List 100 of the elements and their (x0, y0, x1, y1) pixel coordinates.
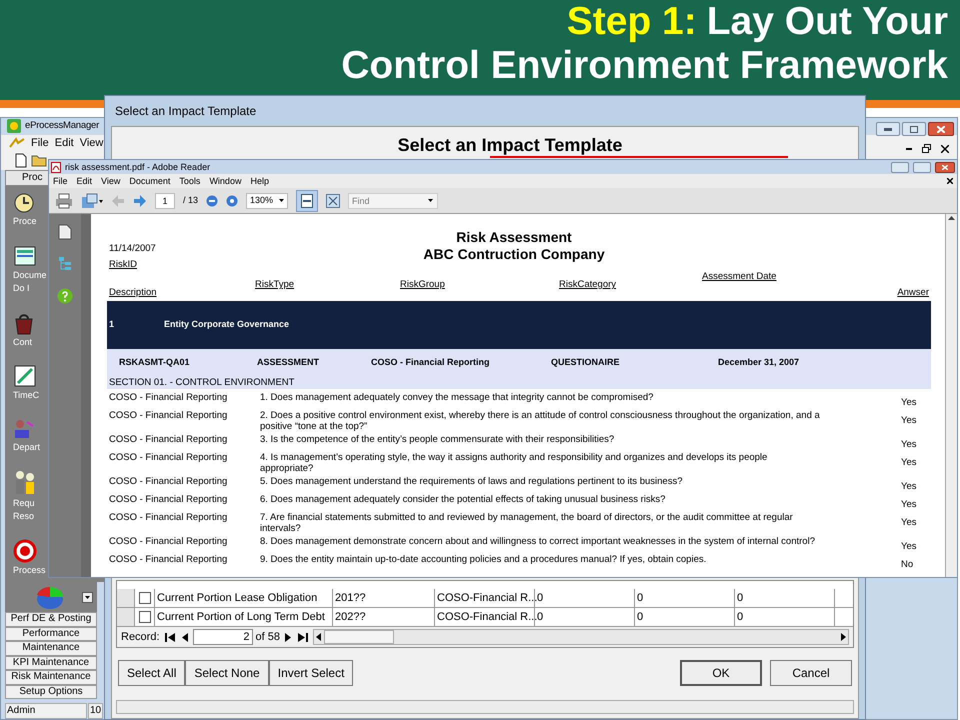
close-icon[interactable] (947, 178, 953, 184)
menu-item[interactable]: Tools (179, 175, 200, 187)
question-text: 1. Does management adequately convey the message that integrity cannot be compromised? (260, 392, 654, 403)
menu-item[interactable]: File (31, 134, 49, 152)
horizontal-scrollbar[interactable] (313, 629, 849, 645)
minimize-button[interactable] (891, 162, 909, 172)
find-field[interactable]: Find (348, 192, 438, 208)
scroll-thumb[interactable] (324, 630, 394, 644)
new-file-icon[interactable] (15, 153, 27, 168)
pages-icon[interactable] (58, 224, 72, 240)
menu-item[interactable]: Document (129, 175, 170, 187)
target-icon (13, 538, 37, 563)
checkbox[interactable] (138, 611, 150, 623)
menu-item[interactable]: Edit (76, 175, 92, 187)
module-button[interactable]: Setup Options (5, 684, 97, 699)
sidebar-item[interactable]: Requ (13, 498, 35, 510)
sidebar-item[interactable]: Process (13, 564, 46, 576)
share-icon[interactable] (81, 192, 103, 208)
module-button[interactable]: Perf DE & Posting (5, 612, 97, 626)
ok-button[interactable]: OK (680, 660, 762, 686)
status-cell: 10 (88, 703, 103, 719)
select-button[interactable]: Select None (185, 660, 269, 686)
sidebar-item[interactable]: Proce (13, 216, 37, 227)
next-record-icon[interactable] (283, 630, 293, 644)
scroll-left-icon (314, 632, 324, 642)
table-cell: Current Portion of Long Term Debt (155, 608, 333, 626)
checkbox[interactable] (138, 592, 150, 604)
caret-icon (85, 596, 90, 598)
help-icon[interactable] (57, 288, 73, 304)
previous-record-icon[interactable] (180, 630, 190, 644)
module-button[interactable]: Maintenance (5, 641, 97, 656)
table-cell: COSO-Financial R... (435, 589, 535, 607)
record-field-value: QUESTIONAIRE (551, 356, 620, 366)
document-icon (13, 244, 37, 268)
question-group: COSO - Financial Reporting (109, 452, 260, 463)
section-title: SECTION 01. - CONTROL ENVIRONMENT (109, 376, 296, 390)
page-field[interactable]: 1 (155, 192, 175, 208)
module-button[interactable]: KPI Maintenance (5, 656, 97, 670)
menu-item[interactable]: File (53, 175, 68, 187)
menu-item[interactable]: Window (209, 175, 242, 187)
first-record-icon[interactable] (162, 630, 177, 644)
window-title: eProcessManager (25, 119, 100, 134)
record-field-value: December 31, 2007 (718, 356, 800, 366)
zoom-in-icon[interactable] (226, 194, 238, 206)
minimize-button[interactable] (876, 122, 900, 136)
close-button[interactable] (935, 162, 955, 172)
sidebar-item[interactable]: Reso (13, 511, 34, 522)
cancel-button[interactable]: Cancel (770, 660, 852, 686)
table-cell: 201?? (333, 589, 435, 607)
select-button[interactable]: Select All (118, 660, 186, 686)
sidebar-item[interactable]: Do I (13, 282, 30, 294)
question-group: COSO - Financial Reporting (109, 554, 260, 565)
fit-page-button[interactable] (296, 190, 318, 212)
folder-icon[interactable] (31, 154, 47, 168)
module-button[interactable]: Risk Maintenance (5, 670, 97, 684)
select-button[interactable]: Invert Select (268, 660, 354, 686)
record-field-value: COSO - Financial Reporting (371, 356, 490, 366)
zoom-out-icon[interactable] (206, 194, 218, 206)
print-icon[interactable] (55, 192, 73, 208)
answer-text: Yes (901, 480, 918, 492)
answer-text: Yes (901, 540, 918, 552)
app-logo-icon (7, 119, 21, 134)
menu-item[interactable]: Edit (54, 134, 74, 152)
maximize-button[interactable] (902, 122, 926, 136)
sidebar-item[interactable]: TimeC (13, 390, 40, 402)
module-button[interactable]: Performance (5, 626, 97, 641)
dialog-title: Select an Impact Template (115, 103, 256, 120)
sidebar-item[interactable]: Depart (13, 442, 40, 454)
record-field[interactable]: 2 (192, 629, 253, 645)
record-label: Record: (121, 630, 160, 645)
pencil-icon (13, 364, 37, 388)
report-date: 11/14/2007 (109, 243, 157, 255)
clock-icon (13, 192, 35, 214)
dialog-heading: Select an Impact Template (398, 135, 622, 155)
maximize-icon (910, 126, 918, 132)
sidebar-tab[interactable]: Proc (5, 170, 49, 186)
table-cell: 0 (535, 589, 635, 607)
sidebar-item[interactable]: Cont (13, 336, 32, 348)
question-text: 2. Does a positive control environment exist, whereby there is an attitude of control consciousness throughout the organization, and a positive “tone at the top?” (260, 410, 820, 432)
full-screen-icon[interactable] (326, 194, 340, 208)
close-button[interactable] (928, 122, 954, 136)
last-record-icon[interactable] (296, 630, 310, 644)
menu-item[interactable]: View (80, 134, 104, 152)
zoom-dropdown[interactable]: 130% (246, 192, 288, 208)
menu-item[interactable]: View (101, 175, 120, 187)
table-cell: 0 (635, 589, 735, 607)
vertical-scrollbar[interactable] (945, 214, 957, 577)
table-cell: 0 (535, 608, 635, 626)
question-group: COSO - Financial Reporting (109, 434, 260, 445)
dropdown-button[interactable] (82, 592, 93, 602)
sidebar-item[interactable]: Docume (13, 270, 47, 281)
minimize-icon[interactable] (906, 148, 912, 150)
restore-button[interactable] (913, 162, 931, 172)
restore-icon[interactable] (922, 144, 931, 153)
table-cell: 0 (635, 608, 735, 626)
question-text: 6. Does management adequately consider the potential effects of taking unusual business risks? (260, 494, 666, 505)
table-cell: Current Portion Lease Obligation (155, 589, 333, 607)
close-icon[interactable] (941, 144, 949, 152)
menu-item[interactable]: Help (250, 175, 269, 187)
next-page-icon[interactable] (133, 194, 147, 208)
